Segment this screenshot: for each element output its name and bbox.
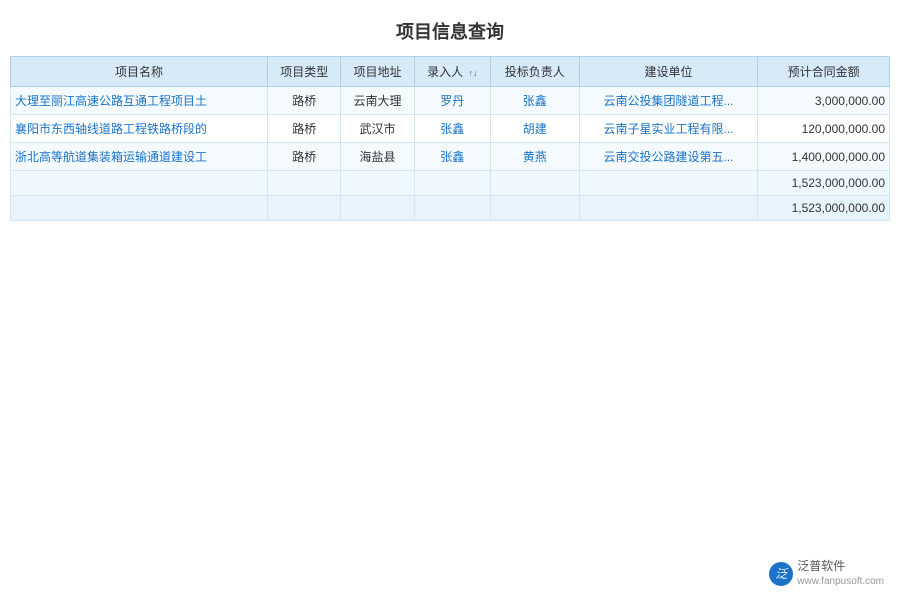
page-container: 项目信息查询 项目名称 项目类型 项目地址 录入人 ↑↓ (0, 0, 900, 600)
total-empty-4 (490, 196, 579, 221)
subtotal-empty-5 (579, 171, 758, 196)
subtotal-empty-3 (414, 171, 490, 196)
cell-construction-unit[interactable]: 云南交投公路建设第五... (579, 143, 758, 171)
cell-recorder[interactable]: 张鑫 (414, 143, 490, 171)
col-header-project-location: 项目地址 (341, 57, 414, 87)
cell-project-location: 海盐县 (341, 143, 414, 171)
cell-estimated-amount: 3,000,000.00 (758, 87, 890, 115)
col-header-estimated-amount: 预计合同金额 (758, 57, 890, 87)
total-amount: 1,523,000,000.00 (758, 196, 890, 221)
watermark: 泛 泛普软件 www.fanpusoft.com (769, 559, 884, 588)
subtotal-empty-2 (341, 171, 414, 196)
table-row: 襄阳市东西轴线道路工程铁路桥段的路桥武汉市张鑫胡建云南子星实业工程有限...12… (11, 115, 890, 143)
cell-recorder[interactable]: 张鑫 (414, 115, 490, 143)
watermark-bottom: www.fanpusoft.com (797, 575, 884, 588)
total-empty-1 (268, 196, 341, 221)
page-title: 项目信息查询 (0, 0, 900, 56)
total-row: 1,523,000,000.00 (11, 196, 890, 221)
cell-recorder[interactable]: 罗丹 (414, 87, 490, 115)
col-header-construction-unit: 建设单位 (579, 57, 758, 87)
total-empty-3 (414, 196, 490, 221)
total-empty-2 (341, 196, 414, 221)
cell-construction-unit[interactable]: 云南子星实业工程有限... (579, 115, 758, 143)
total-empty-0 (11, 196, 268, 221)
subtotal-empty-0 (11, 171, 268, 196)
recorder-sort-icon: ↑↓ (468, 68, 477, 78)
cell-estimated-amount: 1,400,000,000.00 (758, 143, 890, 171)
cell-project-type: 路桥 (268, 87, 341, 115)
subtotal-empty-4 (490, 171, 579, 196)
table-row: 大理至丽江高速公路互通工程项目土路桥云南大理罗丹张鑫云南公投集团隧道工程...3… (11, 87, 890, 115)
cell-project-name[interactable]: 浙北高等航道集装箱运输通道建设工 (11, 143, 268, 171)
cell-project-location: 云南大理 (341, 87, 414, 115)
cell-project-name[interactable]: 襄阳市东西轴线道路工程铁路桥段的 (11, 115, 268, 143)
table-wrapper: 项目名称 项目类型 项目地址 录入人 ↑↓ 投标负责人 (0, 56, 900, 221)
col-header-project-name: 项目名称 (11, 57, 268, 87)
col-header-project-type: 项目类型 (268, 57, 341, 87)
table-header-row: 项目名称 项目类型 项目地址 录入人 ↑↓ 投标负责人 (11, 57, 890, 87)
cell-bid-manager[interactable]: 张鑫 (490, 87, 579, 115)
col-header-bid-manager: 投标负责人 (490, 57, 579, 87)
total-empty-5 (579, 196, 758, 221)
table-row: 浙北高等航道集装箱运输通道建设工路桥海盐县张鑫黄燕云南交投公路建设第五...1,… (11, 143, 890, 171)
cell-project-name[interactable]: 大理至丽江高速公路互通工程项目土 (11, 87, 268, 115)
project-table: 项目名称 项目类型 项目地址 录入人 ↑↓ 投标负责人 (10, 56, 890, 221)
watermark-top: 泛普软件 (797, 559, 884, 575)
cell-bid-manager[interactable]: 黄燕 (490, 143, 579, 171)
subtotal-empty-1 (268, 171, 341, 196)
cell-project-location: 武汉市 (341, 115, 414, 143)
col-header-recorder[interactable]: 录入人 ↑↓ (414, 57, 490, 87)
watermark-text: 泛普软件 www.fanpusoft.com (797, 559, 884, 588)
cell-bid-manager[interactable]: 胡建 (490, 115, 579, 143)
subtotal-amount: 1,523,000,000.00 (758, 171, 890, 196)
cell-project-type: 路桥 (268, 143, 341, 171)
subtotal-row: 1,523,000,000.00 (11, 171, 890, 196)
watermark-icon: 泛 (769, 562, 793, 586)
cell-construction-unit[interactable]: 云南公投集团隧道工程... (579, 87, 758, 115)
cell-project-type: 路桥 (268, 115, 341, 143)
cell-estimated-amount: 120,000,000.00 (758, 115, 890, 143)
